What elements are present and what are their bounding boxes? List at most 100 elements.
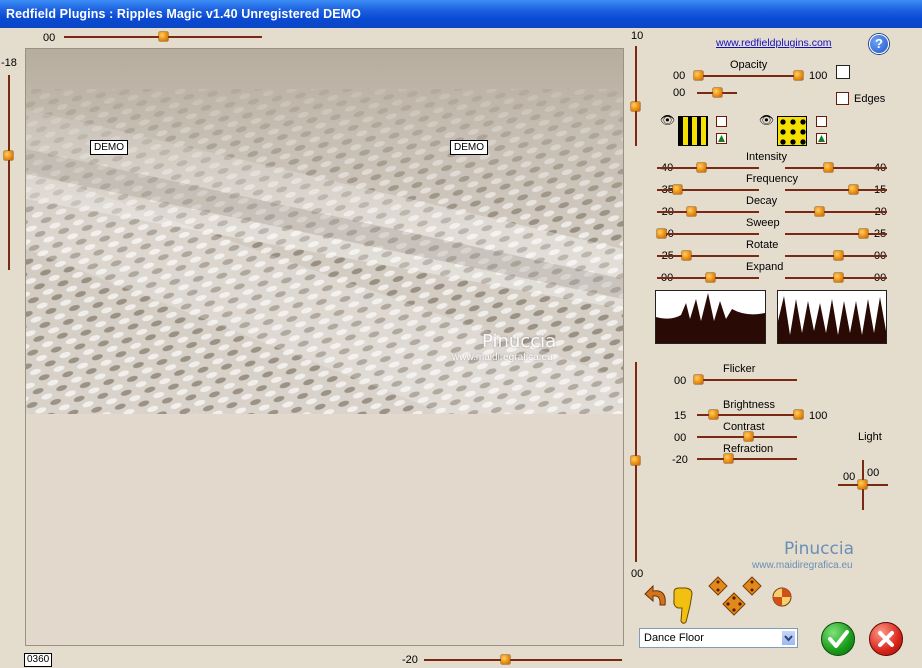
pattern1-mountain-icon[interactable]	[716, 133, 727, 144]
frequency-right-thumb[interactable]	[849, 185, 858, 194]
refraction-thumb[interactable]	[724, 454, 733, 463]
left-slider-thumb[interactable]	[4, 151, 13, 160]
opacity-label: Opacity	[730, 59, 768, 71]
sweep-label: Sweep	[746, 217, 780, 229]
refraction-track[interactable]	[697, 458, 797, 460]
pattern1-checkbox[interactable]	[716, 116, 727, 127]
intensity-label: Intensity	[746, 151, 787, 163]
dice-icon-3[interactable]	[722, 592, 746, 619]
preset-selected: Dance Floor	[644, 632, 704, 644]
right-slider-upper-thumb[interactable]	[631, 102, 640, 111]
opacity-second-value: 00	[673, 87, 686, 99]
opacity-min: 00	[673, 70, 686, 82]
right-slider-upper-track[interactable]	[635, 46, 637, 146]
checkmark-icon	[828, 630, 849, 648]
light-label: Light	[858, 431, 882, 443]
hand-pointer-icon[interactable]	[670, 586, 696, 629]
watermark2-name: Pinuccia	[784, 539, 854, 559]
watermark2-url: www.maidiregrafica.eu	[752, 560, 853, 571]
expand-right-thumb[interactable]	[834, 273, 843, 282]
light-y-value: 00	[867, 467, 880, 479]
sweep-left-track[interactable]	[657, 233, 759, 235]
rotate-right-thumb[interactable]	[834, 251, 843, 260]
intensity-left-track[interactable]	[657, 167, 759, 169]
window-title: Redfield Plugins : Ripples Magic v1.40 U…	[6, 7, 361, 21]
edges-label: Edges	[854, 93, 886, 105]
pattern2-mountain-icon[interactable]	[816, 133, 827, 144]
pinwheel-icon[interactable]	[771, 586, 793, 611]
frame-counter: 0360	[24, 653, 53, 667]
edges-checkbox[interactable]	[836, 92, 849, 105]
decay-right-thumb[interactable]	[815, 207, 824, 216]
left-slider-track[interactable]	[8, 75, 10, 270]
sweep-right-track[interactable]	[785, 233, 887, 235]
rotate-label: Rotate	[746, 239, 779, 251]
brightness-label: Brightness	[723, 399, 775, 411]
bottom-slider-value: -20	[402, 654, 418, 666]
top-slider-value: 00	[43, 32, 56, 44]
watermark-name: Pinuccia	[482, 331, 557, 352]
contrast-value: 00	[674, 432, 687, 444]
frequency-right-track[interactable]	[785, 189, 887, 191]
stripes-pattern-swatch[interactable]	[678, 116, 708, 146]
waveform-preview-left	[655, 290, 766, 344]
pattern2-checkbox[interactable]	[816, 116, 827, 127]
preset-dropdown[interactable]: Dance Floor	[639, 628, 798, 648]
opacity-max: 100	[809, 70, 828, 82]
intensity-left-thumb[interactable]	[697, 163, 706, 172]
flicker-value: 00	[674, 375, 687, 387]
refraction-value: -20	[672, 454, 688, 466]
close-icon	[878, 631, 894, 647]
rotate-left-track[interactable]	[657, 255, 759, 257]
opacity-thumb-left[interactable]	[694, 71, 703, 80]
expand-label: Expand	[746, 261, 784, 273]
sweep-left-thumb[interactable]	[657, 229, 666, 238]
sweep-right-thumb[interactable]	[859, 229, 868, 238]
light-x-value: 00	[843, 471, 856, 483]
rotate-left-thumb[interactable]	[682, 251, 691, 260]
website-link[interactable]: www.redfieldplugins.com	[716, 37, 832, 49]
flicker-thumb[interactable]	[694, 375, 703, 384]
opacity-checkbox[interactable]	[836, 65, 850, 79]
eye-icon[interactable]: 👁	[660, 113, 675, 127]
decay-left-thumb[interactable]	[687, 207, 696, 216]
frequency-left-thumb[interactable]	[673, 185, 682, 194]
eye-icon-2[interactable]: 👁	[759, 113, 774, 127]
demo-label-left: DEMO	[90, 140, 128, 155]
brightness-thumb-left[interactable]	[709, 410, 718, 419]
right-slider-bottom-value: 00	[631, 568, 644, 580]
undo-icon[interactable]	[643, 584, 671, 610]
contrast-thumb[interactable]	[744, 432, 753, 441]
cancel-button[interactable]	[869, 622, 903, 656]
brightness-thumb-right[interactable]	[794, 410, 803, 419]
left-slider-value: -18	[1, 57, 17, 69]
title-bar: Redfield Plugins : Ripples Magic v1.40 U…	[0, 0, 922, 28]
watermark-url: www.maidiregrafica.eu	[452, 352, 553, 363]
expand-left-thumb[interactable]	[706, 273, 715, 282]
opacity-track[interactable]	[697, 75, 799, 77]
opacity-second-thumb[interactable]	[713, 88, 722, 97]
chevron-down-icon[interactable]	[781, 630, 796, 646]
light-position-thumb[interactable]	[858, 480, 867, 489]
bottom-slider-track[interactable]	[424, 659, 622, 661]
frequency-label: Frequency	[746, 173, 798, 185]
preview-image[interactable]: DEMO DEMO Pinuccia www.maidiregrafica.eu	[26, 49, 623, 414]
right-slider-lower-thumb[interactable]	[631, 456, 640, 465]
decay-right-track[interactable]	[785, 211, 887, 213]
help-icon[interactable]: ?	[869, 34, 889, 54]
decay-label: Decay	[746, 195, 778, 207]
top-slider-thumb[interactable]	[159, 32, 168, 41]
dots-pattern-swatch[interactable]	[777, 116, 807, 146]
decay-left-track[interactable]	[657, 211, 759, 213]
intensity-right-track[interactable]	[785, 167, 887, 169]
bottom-slider-thumb[interactable]	[501, 655, 510, 664]
right-slider-top-value: 10	[631, 30, 644, 42]
opacity-thumb-right[interactable]	[794, 71, 803, 80]
brightness-max: 100	[809, 410, 828, 422]
demo-label-right: DEMO	[450, 140, 488, 155]
flicker-track[interactable]	[697, 379, 797, 381]
intensity-right-thumb[interactable]	[824, 163, 833, 172]
ok-button[interactable]	[821, 622, 855, 656]
waveform-preview-right	[777, 290, 887, 344]
brightness-min: 15	[674, 410, 687, 422]
